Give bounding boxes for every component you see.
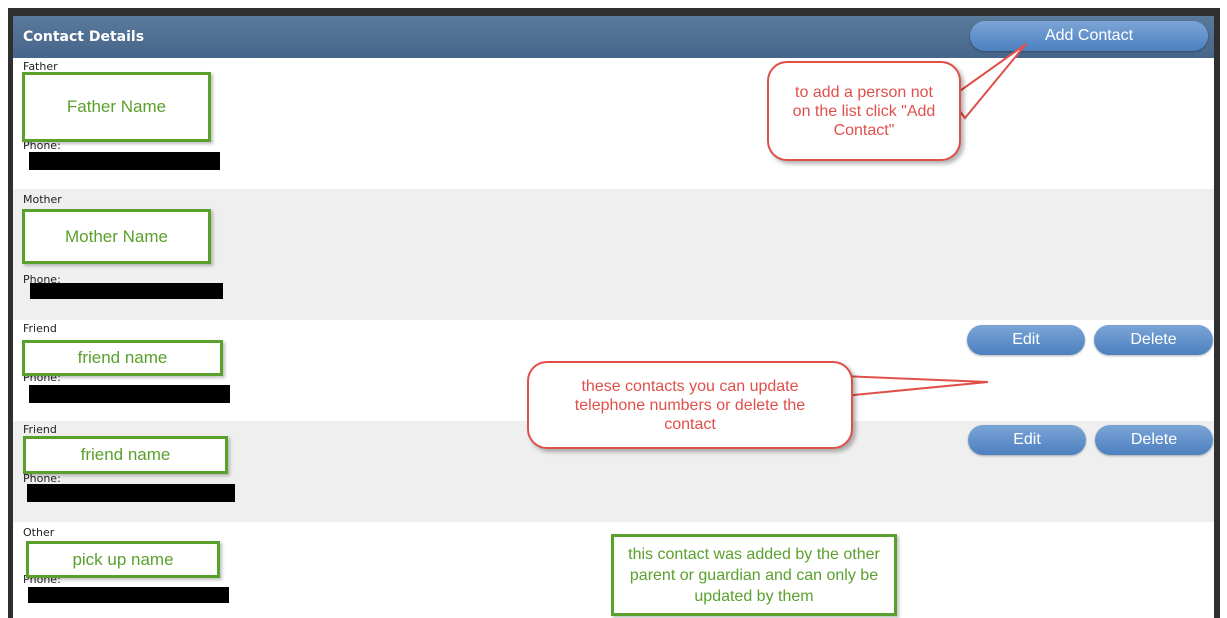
redacted-phone [29, 152, 220, 170]
relation-label: Friend [23, 423, 57, 436]
delete-button[interactable]: Delete [1094, 325, 1213, 355]
relation-label: Other [23, 526, 55, 539]
other-parent-note: this contact was added by the other pare… [611, 534, 897, 616]
delete-button[interactable]: Delete [1095, 425, 1213, 455]
edit-button[interactable]: Edit [968, 425, 1086, 455]
contact-name: friend name [23, 436, 228, 474]
panel-title: Contact Details [23, 29, 145, 45]
add-contact-callout-text: to add a person not on the list click "A… [792, 83, 936, 139]
panel-header: Contact Details Add Contact [13, 16, 1214, 58]
update-callout: these contacts you can update telephone … [527, 361, 853, 449]
update-callout-text: these contacts you can update telephone … [574, 377, 806, 433]
contact-name: friend name [22, 340, 223, 376]
relation-label: Mother [23, 193, 62, 206]
contact-details-panel: Contact Details Add Contact Father Phone… [13, 16, 1214, 618]
add-contact-callout: to add a person not on the list click "A… [767, 61, 961, 161]
contact-row-father: Father Phone: Father Name [13, 58, 1214, 189]
redacted-phone [29, 385, 230, 403]
other-parent-note-text: this contact was added by the other pare… [628, 545, 880, 605]
contact-name: Mother Name [22, 209, 211, 264]
redacted-phone [28, 587, 229, 603]
redacted-phone [27, 484, 235, 502]
contact-name: pick up name [26, 541, 220, 578]
add-contact-button[interactable]: Add Contact [970, 21, 1208, 51]
edit-button[interactable]: Edit [967, 325, 1085, 355]
relation-label: Friend [23, 322, 57, 335]
contact-name: Father Name [22, 72, 211, 142]
contact-row-mother: Mother Phone: Mother Name [13, 189, 1214, 320]
redacted-phone [30, 283, 223, 299]
